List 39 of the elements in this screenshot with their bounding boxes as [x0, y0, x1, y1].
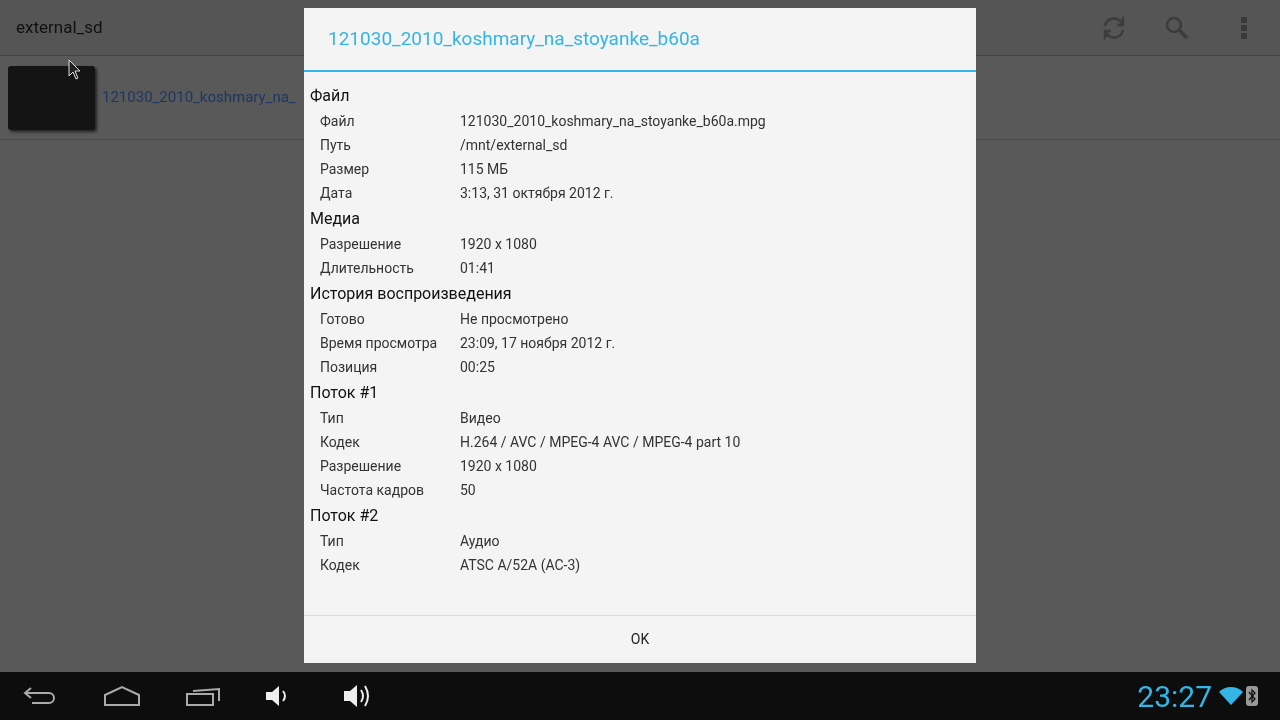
property-label: Файл [320, 111, 356, 131]
property-value: /mnt/external_sd [460, 135, 568, 155]
property-value: 115 МБ [460, 159, 509, 179]
property-value: 00:25 [460, 357, 495, 377]
property-value: ATSC A/52A (AC-3) [460, 555, 581, 575]
clock: 23:27 [1137, 677, 1212, 716]
property-label: Время просмотра [320, 333, 439, 353]
property-label: Дата [320, 183, 354, 203]
property-label: Разрешение [320, 234, 403, 254]
folder-title: external_sd [16, 15, 103, 39]
property-label: Путь [320, 135, 352, 155]
property-value: 121030_2010_koshmary_na_stoyanke_b60a.mpg [460, 111, 766, 131]
property-label: Длительность [320, 258, 415, 278]
dialog-title: 121030_2010_koshmary_na_stoyanke_b60a [328, 25, 700, 52]
property-value: 1920 x 1080 [460, 456, 537, 476]
property-value: Видео [460, 408, 501, 428]
property-label: Тип [320, 408, 345, 428]
property-label: Разрешение [320, 456, 403, 476]
property-value: 1920 x 1080 [460, 234, 537, 254]
file-name: 121030_2010_koshmary_na_ [102, 87, 296, 109]
section-heading: Поток #1 [310, 382, 380, 404]
property-value: H.264 / AVC / MPEG-4 AVC / MPEG-4 part 10 [460, 432, 741, 452]
property-value: 01:41 [460, 258, 495, 278]
property-label: Тип [320, 531, 345, 551]
section-heading: Файл [310, 85, 351, 107]
property-value: 50 [460, 480, 476, 500]
property-label: Кодек [320, 432, 361, 452]
section-heading: История воспроизведения [310, 283, 513, 305]
property-value: Не просмотрено [460, 309, 569, 329]
property-label: Позиция [320, 357, 379, 377]
property-label: Кодек [320, 555, 361, 575]
property-label: Размер [320, 159, 371, 179]
property-value: Аудио [460, 531, 500, 551]
property-label: Готово [320, 309, 366, 329]
property-value: 3:13, 31 октября 2012 г. [460, 183, 614, 203]
section-heading: Медиа [310, 208, 362, 230]
property-value: 23:09, 17 ноября 2012 г. [460, 333, 616, 353]
property-label: Частота кадров [320, 480, 425, 500]
section-heading: Поток #2 [310, 505, 380, 527]
